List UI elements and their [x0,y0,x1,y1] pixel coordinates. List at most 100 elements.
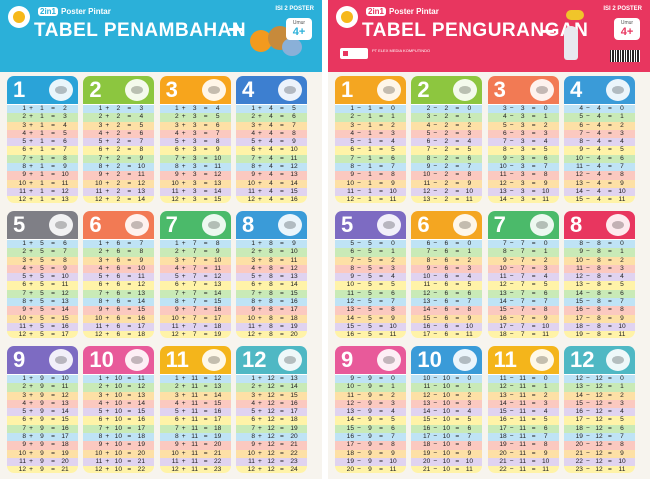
result: 11 [290,256,298,264]
equals-sign: = [280,306,284,314]
result: 2 [391,256,395,264]
operand-b: 2 [444,121,449,129]
equation-row: 2 +9 = 11 [7,383,78,392]
equals-sign: = [379,457,383,465]
addition-poster: 2in1 Poster Pintar TABEL PENAMBAHAN + ISI… [0,0,322,479]
equation-row: 6 +12 = 18 [235,416,307,425]
operator: + [258,187,262,195]
equation-row: 11−10 = 1 [411,383,483,392]
operand-a: 11 [347,289,354,297]
table-card-12: 12 12−12 = 0 13−12 = 1 14−12 = 2 15−12 = 3 16−12 = 4 17−… [563,346,635,473]
operator: − [586,121,590,129]
operator: + [29,154,33,162]
operator: − [357,273,361,281]
operand-b: 6 [444,240,449,247]
result: 8 [543,306,548,314]
result: 0 [391,105,395,112]
equation-row: 4 +6 = 10 [83,264,155,274]
operand-b: 9 [40,457,44,465]
result: 11 [214,264,222,272]
equals-sign: = [379,264,383,272]
operator: + [181,457,186,465]
operator: − [586,466,590,473]
operator: − [433,375,438,382]
result: 9 [543,314,548,322]
operand-b: 8 [597,314,601,322]
result: 0 [543,105,548,112]
operand-a: 12 [422,187,431,195]
equation-list: 1 +4 = 5 2 +4 = 6 3 +4 = 7 4 +4 = 8 5 +4 = 9 6 +4 = 10 7 +4 = 11 8 +4… [235,104,307,203]
result: 5 [391,146,395,154]
result: 2 [543,391,548,399]
operand-a: 5 [22,408,26,416]
equation-row: 15−4 = 11 [563,196,635,203]
operand-a: 12 [575,273,583,281]
equation-row: 7 +9 = 16 [7,424,78,434]
equation-row: 14−8 = 6 [563,289,635,299]
result: 16 [61,322,69,330]
operand-b: 6 [444,314,449,322]
operator: − [509,298,514,306]
logo-icon [8,6,30,28]
operand-b: 8 [269,248,273,256]
operator: + [181,154,186,162]
card-header: 3 [487,76,559,104]
equation-row: 4 +1 = 5 [7,129,78,139]
operand-a: 18 [346,449,354,457]
equals-sign: = [608,314,612,322]
equation-row: 11 +7 = 18 [159,322,231,332]
equals-sign: = [280,383,284,391]
table-grid: 1 1−1 = 0 2−1 = 1 3−1 = 2 4−1 = 3 5−1 = 4 6−1 = 5 7−1 = 6 8−1 =… [335,76,643,474]
equation-row: 14−6 = 8 [411,306,483,315]
operand-a: 20 [422,457,431,465]
operand-a: 3 [174,121,179,129]
result: 8 [63,256,67,264]
operand-a: 9 [174,441,179,449]
result: 9 [620,314,624,322]
equation-row: 11 +6 = 17 [83,322,155,332]
operand-a: 15 [346,322,354,330]
operator: + [105,383,110,391]
equation-row: 20−11 = 9 [487,449,559,458]
operator: + [258,256,262,264]
operand-a: 2 [98,248,103,256]
operand-a: 7 [350,154,354,162]
equation-row: 1 +7 = 8 [159,240,231,249]
result: 10 [389,457,397,465]
operator: − [433,331,438,338]
operand-a: 13 [422,399,431,407]
equals-sign: = [127,433,132,441]
operand-a: 12 [247,331,255,338]
equation-row: 10 +4 = 14 [235,179,307,188]
equation-row: 9 +9 = 18 [7,441,78,450]
equals-sign: = [379,179,383,187]
operand-a: 12 [94,196,103,203]
operand-a: 1 [251,240,255,247]
card-header: 5 [335,211,406,239]
operand-b: 2 [444,138,449,146]
operator: + [105,281,110,289]
operand-a: 12 [171,466,179,473]
equals-sign: = [379,314,383,322]
equals-sign: = [379,171,383,179]
poster-banner: 2in1 Poster Pintar TABEL PENGURANGAN − IS… [328,0,650,72]
operand-a: 10 [422,273,431,281]
operand-a: 17 [346,441,354,449]
result: 14 [290,179,298,187]
equals-sign: = [203,187,208,195]
operator: − [357,314,361,322]
operator: + [105,154,110,162]
result: 5 [63,129,67,137]
operand-b: 11 [191,416,199,424]
equals-sign: = [203,146,208,154]
equals-sign: = [455,240,460,247]
equals-sign: = [531,113,536,121]
operator: + [181,433,186,441]
result: 16 [213,408,222,416]
equation-row: 11 +10 = 21 [83,457,155,467]
operand-b: 4 [597,105,601,112]
operand-a: 4 [98,399,103,407]
equals-sign: = [51,449,55,457]
operand-a: 12 [171,331,179,338]
operator: + [29,298,33,306]
